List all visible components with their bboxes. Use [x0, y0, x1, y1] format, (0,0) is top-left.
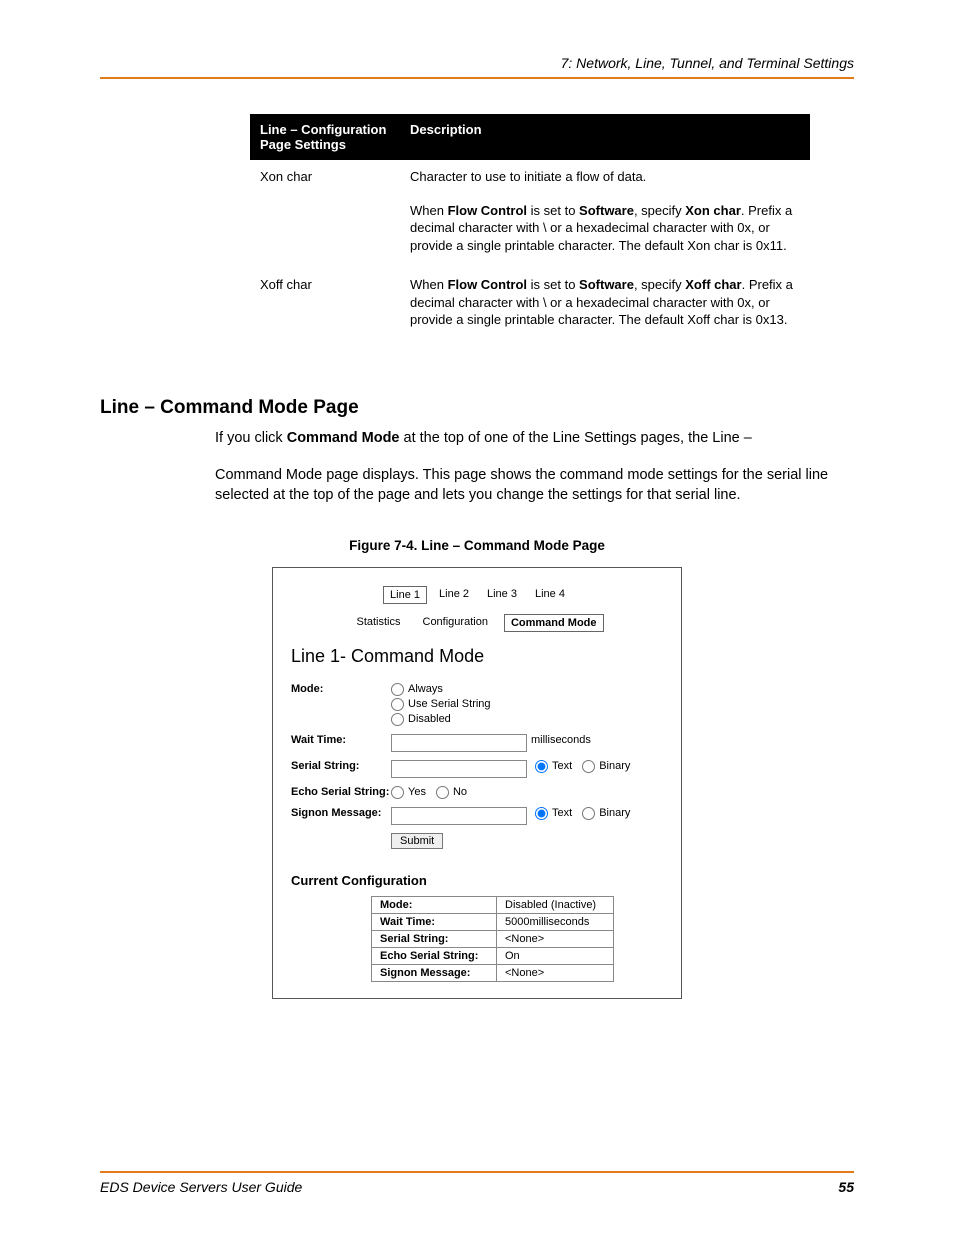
- tab-line-1[interactable]: Line 1: [383, 586, 427, 604]
- submit-button[interactable]: Submit: [391, 833, 443, 849]
- serial-string-row: Serial String: Text Binary: [291, 760, 663, 778]
- serial-string-text-option[interactable]: Text: [535, 760, 572, 773]
- table-row: Xoff char When Flow Control is set to So…: [250, 262, 810, 337]
- cc-value: 5000milliseconds: [497, 913, 614, 930]
- serial-string-text-radio[interactable]: [535, 760, 548, 773]
- signon-binary-option[interactable]: Binary: [582, 807, 630, 820]
- footer-title: EDS Device Servers User Guide: [100, 1179, 302, 1195]
- tab-line-3[interactable]: Line 3: [481, 586, 523, 604]
- line-tabs: Line 1 Line 2 Line 3 Line 4: [291, 586, 663, 604]
- cc-value: <None>: [497, 930, 614, 947]
- setting-name: Xoff char: [250, 262, 400, 337]
- echo-yes-radio[interactable]: [391, 786, 404, 799]
- table-row: Serial String:<None>: [372, 930, 614, 947]
- mode-label: Mode:: [291, 683, 391, 695]
- mode-option-disabled[interactable]: Disabled: [391, 713, 491, 726]
- table-header-setting: Line – Configuration Page Settings: [250, 114, 400, 160]
- table-header-description: Description: [400, 114, 810, 160]
- table-row: Wait Time:5000milliseconds: [372, 913, 614, 930]
- current-config-heading: Current Configuration: [291, 873, 663, 888]
- echo-no-radio[interactable]: [436, 786, 449, 799]
- wait-time-label: Wait Time:: [291, 734, 391, 746]
- mode-option-always[interactable]: Always: [391, 683, 491, 696]
- setting-name: Xon char: [250, 160, 400, 194]
- section-heading: Line – Command Mode Page: [100, 397, 854, 419]
- signon-label: Signon Message:: [291, 807, 391, 819]
- serial-string-label: Serial String:: [291, 760, 391, 772]
- mode-radio-disabled[interactable]: [391, 713, 404, 726]
- running-header: 7: Network, Line, Tunnel, and Terminal S…: [100, 55, 854, 79]
- tab-line-2[interactable]: Line 2: [433, 586, 475, 604]
- echo-yes-option[interactable]: Yes: [391, 786, 426, 799]
- panel-title: Line 1- Command Mode: [291, 646, 663, 667]
- setting-desc-detail: When Flow Control is set to Software, sp…: [400, 262, 810, 337]
- serial-string-binary-option[interactable]: Binary: [582, 760, 630, 773]
- serial-string-input[interactable]: [391, 760, 527, 778]
- mode-row: Mode: Always Use Serial String Disabled: [291, 683, 663, 726]
- cc-value: <None>: [497, 964, 614, 981]
- mode-radio-use-serial[interactable]: [391, 698, 404, 711]
- mode-radio-always[interactable]: [391, 683, 404, 696]
- tab-line-4[interactable]: Line 4: [529, 586, 571, 604]
- cc-value: Disabled (Inactive): [497, 896, 614, 913]
- subtab-configuration[interactable]: Configuration: [417, 614, 494, 632]
- table-row: When Flow Control is set to Software, sp…: [250, 194, 810, 263]
- table-row: Echo Serial String:On: [372, 947, 614, 964]
- table-row: Signon Message:<None>: [372, 964, 614, 981]
- page-footer: EDS Device Servers User Guide 55: [100, 1171, 854, 1195]
- signon-text-option[interactable]: Text: [535, 807, 572, 820]
- table-row: Mode:Disabled (Inactive): [372, 896, 614, 913]
- signon-input[interactable]: [391, 807, 527, 825]
- wait-time-row: Wait Time: milliseconds: [291, 734, 663, 752]
- line-config-settings-table: Line – Configuration Page Settings Descr…: [250, 114, 810, 337]
- setting-desc: Character to use to initiate a flow of d…: [400, 160, 810, 194]
- cc-key: Echo Serial String:: [372, 947, 497, 964]
- signon-row: Signon Message: Text Binary: [291, 807, 663, 825]
- page-number: 55: [838, 1179, 854, 1195]
- submit-row: Submit: [391, 833, 663, 849]
- subtab-statistics[interactable]: Statistics: [350, 614, 406, 632]
- echo-no-option[interactable]: No: [436, 786, 467, 799]
- echo-row: Echo Serial String: Yes No: [291, 786, 663, 799]
- setting-desc-detail: When Flow Control is set to Software, sp…: [400, 194, 810, 263]
- subtab-command-mode[interactable]: Command Mode: [504, 614, 604, 632]
- document-page: 7: Network, Line, Tunnel, and Terminal S…: [0, 0, 954, 1235]
- signon-binary-radio[interactable]: [582, 807, 595, 820]
- cc-key: Mode:: [372, 896, 497, 913]
- sub-tabs: Statistics Configuration Command Mode: [291, 614, 663, 632]
- wait-time-input[interactable]: [391, 734, 527, 752]
- mode-option-use-serial-string[interactable]: Use Serial String: [391, 698, 491, 711]
- table-row: Xon char Character to use to initiate a …: [250, 160, 810, 194]
- cc-key: Serial String:: [372, 930, 497, 947]
- figure-caption: Figure 7-4. Line – Command Mode Page: [100, 538, 854, 553]
- command-mode-screenshot: Line 1 Line 2 Line 3 Line 4 Statistics C…: [272, 567, 682, 999]
- echo-label: Echo Serial String:: [291, 786, 391, 798]
- cc-key: Signon Message:: [372, 964, 497, 981]
- signon-text-radio[interactable]: [535, 807, 548, 820]
- paragraph: If you click Command Mode at the top of …: [215, 429, 854, 449]
- wait-time-unit: milliseconds: [531, 734, 591, 746]
- cc-value: On: [497, 947, 614, 964]
- paragraph: Command Mode page displays. This page sh…: [215, 466, 854, 505]
- cc-key: Wait Time:: [372, 913, 497, 930]
- serial-string-binary-radio[interactable]: [582, 760, 595, 773]
- current-config-table: Mode:Disabled (Inactive) Wait Time:5000m…: [371, 896, 614, 982]
